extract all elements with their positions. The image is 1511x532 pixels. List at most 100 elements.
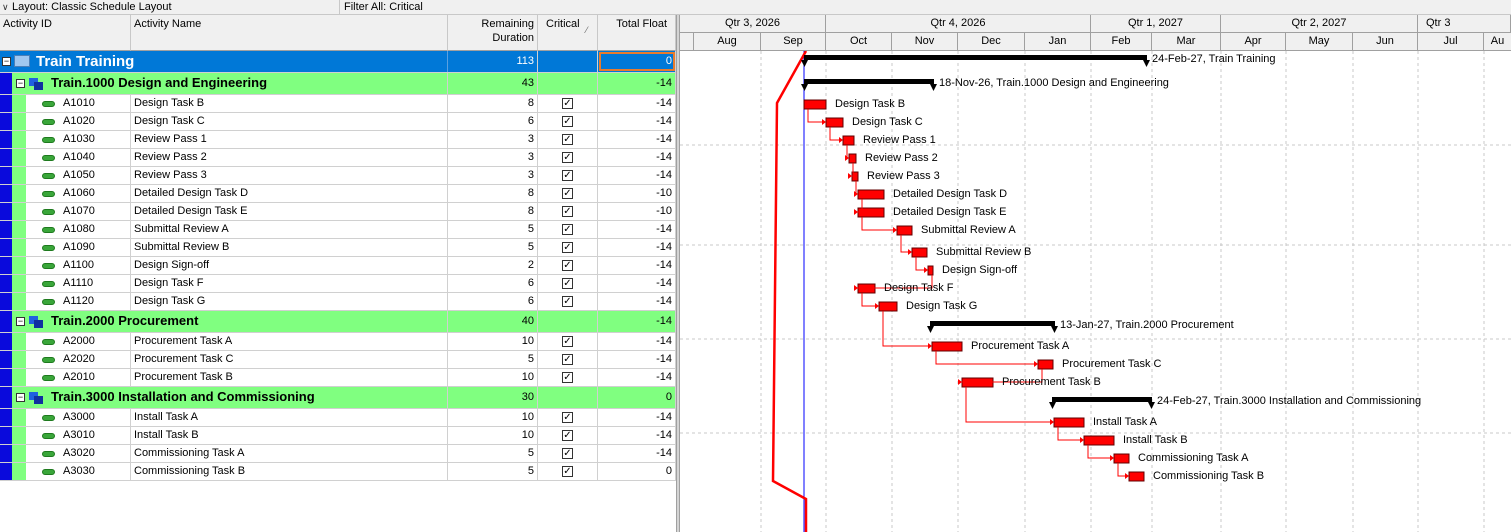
activity-row[interactable]: A1080 Submittal Review A 5 ✓ -14	[0, 221, 676, 239]
quarter-header: Qtr 3	[1418, 15, 1511, 33]
activity-icon	[42, 415, 55, 421]
activity-icon	[42, 119, 55, 125]
col-header-activity-id[interactable]: Activity ID	[0, 15, 131, 51]
activity-name: Install Task A	[131, 409, 448, 426]
month-header: Au	[1490, 35, 1505, 47]
activity-row[interactable]: A1060 Detailed Design Task D 8 ✓ -10	[0, 185, 676, 203]
wbs-row[interactable]: − Train.3000 Installation and Commissioni…	[0, 387, 676, 409]
col-header-critical-label: Critical	[546, 18, 580, 30]
critical-checkbox[interactable]: ✓	[562, 430, 573, 441]
critical-cell	[538, 387, 598, 408]
critical-checkbox[interactable]: ✓	[562, 260, 573, 271]
activity-row[interactable]: A3020 Commissioning Task A 5 ✓ -14	[0, 445, 676, 463]
critical-checkbox[interactable]: ✓	[562, 242, 573, 253]
col-header-remaining-duration[interactable]: Remaining Duration	[448, 15, 538, 51]
activity-row[interactable]: A1120 Design Task G 6 ✓ -14	[0, 293, 676, 311]
wbs-name: Train.1000 Design and Engineering	[51, 73, 448, 94]
activity-row[interactable]: A1110 Design Task F 6 ✓ -14	[0, 275, 676, 293]
filter-label[interactable]: Filter All: Critical	[344, 0, 423, 14]
critical-checkbox[interactable]: ✓	[562, 188, 573, 199]
activity-row[interactable]: A2010 Procurement Task B 10 ✓ -14	[0, 369, 676, 387]
activity-name: Detailed Design Task E	[131, 203, 448, 220]
activity-bar-label: Design Task C	[852, 116, 923, 128]
critical-checkbox[interactable]: ✓	[562, 152, 573, 163]
activity-row[interactable]: A3010 Install Task B 10 ✓ -14	[0, 427, 676, 445]
total-float: -14	[598, 351, 676, 368]
activity-row[interactable]: A3000 Install Task A 10 ✓ -14	[0, 409, 676, 427]
gantt-labels: 24-Feb-27, Train Training 18-Nov-26, Trai…	[680, 51, 1511, 532]
total-float: -14	[598, 427, 676, 444]
activity-icon	[42, 245, 55, 251]
remaining-duration: 5	[448, 463, 538, 480]
activity-row[interactable]: A1070 Detailed Design Task E 8 ✓ -10	[0, 203, 676, 221]
activity-bar-label: Install Task A	[1093, 416, 1157, 428]
month-header: Jun	[1353, 33, 1418, 51]
activity-row[interactable]: A1090 Submittal Review B 5 ✓ -14	[0, 239, 676, 257]
activity-name: Design Task C	[131, 113, 448, 130]
critical-checkbox[interactable]: ✓	[562, 412, 573, 423]
remaining-duration: 10	[448, 369, 538, 386]
critical-checkbox[interactable]: ✓	[562, 336, 573, 347]
activity-icon	[42, 173, 55, 179]
activity-row[interactable]: A3030 Commissioning Task B 5 ✓ 0	[0, 463, 676, 481]
critical-checkbox[interactable]: ✓	[562, 296, 573, 307]
critical-checkbox[interactable]: ✓	[562, 116, 573, 127]
project-row[interactable]: − Train Training 113 0	[0, 51, 676, 73]
outline-band	[0, 167, 12, 184]
critical-checkbox[interactable]: ✓	[562, 354, 573, 365]
outline-band	[0, 239, 12, 256]
collapse-icon[interactable]: −	[16, 317, 25, 326]
critical-checkbox[interactable]: ✓	[562, 206, 573, 217]
activity-row[interactable]: A1050 Review Pass 3 3 ✓ -14	[0, 167, 676, 185]
total-float: -14	[598, 73, 676, 94]
activity-row[interactable]: A2020 Procurement Task C 5 ✓ -14	[0, 351, 676, 369]
wbs-row[interactable]: − Train.2000 Procurement 40 -14	[0, 311, 676, 333]
critical-cell: ✓	[538, 369, 598, 386]
activity-bar-label: Design Task G	[906, 300, 978, 312]
wbs-name: Train.3000 Installation and Commissionin…	[51, 387, 448, 408]
activity-row[interactable]: A1100 Design Sign-off 2 ✓ -14	[0, 257, 676, 275]
activity-icon	[42, 263, 55, 269]
activity-row[interactable]: A1030 Review Pass 1 3 ✓ -14	[0, 131, 676, 149]
remaining-duration: 5	[448, 221, 538, 238]
critical-checkbox[interactable]: ✓	[562, 372, 573, 383]
col-header-total-float[interactable]: Total Float	[598, 15, 676, 51]
activity-icon	[42, 299, 55, 305]
outline-band	[0, 257, 12, 274]
activity-row[interactable]: A2000 Procurement Task A 10 ✓ -14	[0, 333, 676, 351]
activity-id: A3020	[63, 445, 131, 462]
activity-name: Design Task B	[131, 95, 448, 112]
critical-checkbox[interactable]: ✓	[562, 98, 573, 109]
critical-checkbox[interactable]: ✓	[562, 466, 573, 477]
activity-row[interactable]: A1020 Design Task C 6 ✓ -14	[0, 113, 676, 131]
critical-checkbox[interactable]: ✓	[562, 224, 573, 235]
activity-id: A1090	[63, 239, 131, 256]
collapse-icon[interactable]: −	[16, 79, 25, 88]
col-header-activity-name-label: Activity Name	[134, 18, 202, 30]
critical-cell	[538, 51, 598, 72]
collapse-icon[interactable]: −	[16, 393, 25, 402]
critical-checkbox[interactable]: ✓	[562, 170, 573, 181]
collapse-icon[interactable]: −	[2, 57, 11, 66]
outline-band	[0, 369, 12, 386]
col-header-activity-name[interactable]: Activity Name	[131, 15, 448, 51]
critical-cell: ✓	[538, 445, 598, 462]
total-float[interactable]: 0	[598, 51, 676, 72]
remaining-duration: 5	[448, 445, 538, 462]
activity-id: A3000	[63, 409, 131, 426]
total-float: -14	[598, 293, 676, 310]
layout-dropdown[interactable]: ∨ Layout: Classic Schedule Layout	[0, 0, 340, 15]
activity-row[interactable]: A1040 Review Pass 2 3 ✓ -14	[0, 149, 676, 167]
critical-checkbox[interactable]: ✓	[562, 278, 573, 289]
wbs-name: Train.2000 Procurement	[51, 311, 448, 332]
outline-band	[0, 351, 12, 368]
critical-checkbox[interactable]: ✓	[562, 134, 573, 145]
critical-checkbox[interactable]: ✓	[562, 448, 573, 459]
total-float: -10	[598, 203, 676, 220]
wbs-row[interactable]: − Train.1000 Design and Engineering 43 -14	[0, 73, 676, 95]
month-header: Aug	[694, 33, 761, 51]
activity-id: A1100	[63, 257, 131, 274]
col-header-critical[interactable]: Critical ⁄	[538, 15, 598, 51]
activity-row[interactable]: A1010 Design Task B 8 ✓ -14	[0, 95, 676, 113]
month-header: Jan	[1025, 33, 1091, 51]
